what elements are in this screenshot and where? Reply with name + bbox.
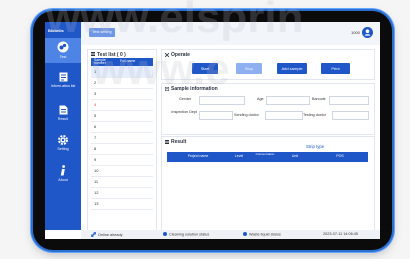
row-number: 13 [94,201,99,206]
test-list-row[interactable]: 5 [91,110,153,122]
waste-status-text: Waste liquid status [249,232,281,237]
test-list-row[interactable]: 4 [91,99,153,111]
waste-liquid-status: Waste liquid status [243,232,281,237]
result-table-header: Project name Level Concentration Unit PO… [167,152,368,162]
gender-field[interactable] [199,96,245,105]
row-number: 10 [94,168,99,173]
test-list-title: Test list ( 0 ) [97,51,126,58]
add-sample-button[interactable]: Add sample [277,63,307,74]
info-grid-icon [165,87,169,91]
testing-doctor-label: Testing doctor [303,113,326,117]
column-header-concentration: Concentration [255,152,275,156]
status-bar: Online already Cleaning solution status … [81,230,380,239]
sidebar-item-label: Result [57,117,69,121]
sidebar-item-test[interactable]: Test [45,38,81,63]
sidebar-item-label: Inform-ation list [50,84,76,88]
link-icon [90,231,97,238]
result-doc-icon [59,105,67,115]
app-logo: Biobella [48,28,64,33]
row-number: 6 [94,124,97,129]
test-list-row[interactable]: 2 [91,77,153,89]
cleaning-status-icon [163,232,167,236]
sidebar-item-information-list[interactable]: Inform-ation list [45,69,81,94]
test-list-row[interactable]: 7 [91,132,153,144]
test-list-panel: Test list ( 0 ) Sample number Full name … [87,49,157,231]
column-header-full-name: Full name [120,59,136,64]
app-screen: Biobella Test Inform-ation list Result S… [45,22,380,239]
operate-title: Operate [171,52,190,58]
gender-label: Gender [179,97,192,101]
date-time: 2023-07-11 14:06:45 [323,232,358,236]
column-header-pos: POS [336,154,344,158]
result-panel: Result Strip type Project name Level Con… [161,136,375,231]
tab-test-setting[interactable]: Test setting [89,28,115,37]
age-field[interactable] [266,96,310,105]
row-number: 4 [94,102,97,107]
user-icon [364,29,371,36]
info-list-icon [59,72,67,82]
sidebar: Biobella Test Inform-ation list Result S… [45,22,81,230]
column-header-project-name: Project name [187,154,209,158]
sidebar-item-label: Test [59,55,67,59]
sidebar-item-setting[interactable]: Setting [45,132,81,154]
sample-information-panel: Sample information Gender Age Barcode In… [161,83,375,135]
user-avatar[interactable] [362,27,373,38]
operate-icon [165,53,169,57]
user-name: 1000 [351,30,360,35]
waste-status-icon [243,232,247,236]
row-number: 12 [94,190,99,195]
inspection-dept-field[interactable] [199,111,233,120]
sending-doctor-label: Sending doctor [234,113,259,117]
test-list-row[interactable]: 8 [91,143,153,155]
age-label: Age [257,97,264,101]
gear-icon [58,135,68,145]
online-status-text: Online already [98,233,123,237]
row-number: 1 [94,69,97,74]
sidebar-item-label: About [58,178,68,182]
sample-information-title: Sample information [171,86,218,92]
tablet-device-frame: Biobella Test Inform-ation list Result S… [33,11,392,250]
list-icon [91,52,95,56]
result-title: Result [171,139,187,145]
top-bar: Test setting 1000 [81,22,380,45]
row-number: 7 [94,135,97,140]
test-list-row[interactable]: 10 [91,165,153,177]
about-icon [60,165,65,176]
sidebar-item-result[interactable]: Result [45,102,81,124]
sidebar-item-about[interactable]: About [45,162,81,186]
test-list-row[interactable]: 12 [91,187,153,199]
inspection-dept-label: Inspection Dept [171,110,197,114]
test-list-row[interactable]: 13 [91,198,153,210]
row-number: 8 [94,146,97,151]
sending-doctor-field[interactable] [265,111,303,120]
column-header-level: Level [234,154,244,158]
cleaning-solution-status: Cleaning solution status [163,232,209,237]
strip-type-label[interactable]: Strip type [306,144,324,149]
print-button[interactable]: Print [321,63,350,74]
test-list-row[interactable]: 3 [91,88,153,100]
cleaning-status-text: Cleaning solution status [169,232,210,237]
row-number: 11 [94,179,99,184]
testing-doctor-field[interactable] [332,111,369,120]
sidebar-item-label: Setting [57,147,69,151]
column-header-unit: Unit [291,154,299,158]
row-number: 3 [94,91,97,96]
test-list-row[interactable]: 1 [91,66,153,78]
result-list-icon [165,140,169,144]
start-button[interactable]: Start [192,63,218,74]
test-list-row[interactable]: 6 [91,121,153,133]
test-list-row[interactable]: 11 [91,176,153,188]
online-status: Online already [90,231,123,238]
stop-button[interactable]: Stop [236,63,262,74]
operate-panel: Operate Start Stop Add sample Print [161,49,375,80]
test-list-row[interactable]: 9 [91,154,153,166]
row-number: 2 [94,80,97,85]
barcode-field[interactable] [329,96,369,105]
column-header-sample-number: Sample number [94,58,106,66]
row-number: 5 [94,113,97,118]
row-number: 9 [94,157,97,162]
test-list-header: Sample number Full name [91,58,153,66]
barcode-label: Barcode [312,97,326,101]
flask-icon [57,41,69,53]
